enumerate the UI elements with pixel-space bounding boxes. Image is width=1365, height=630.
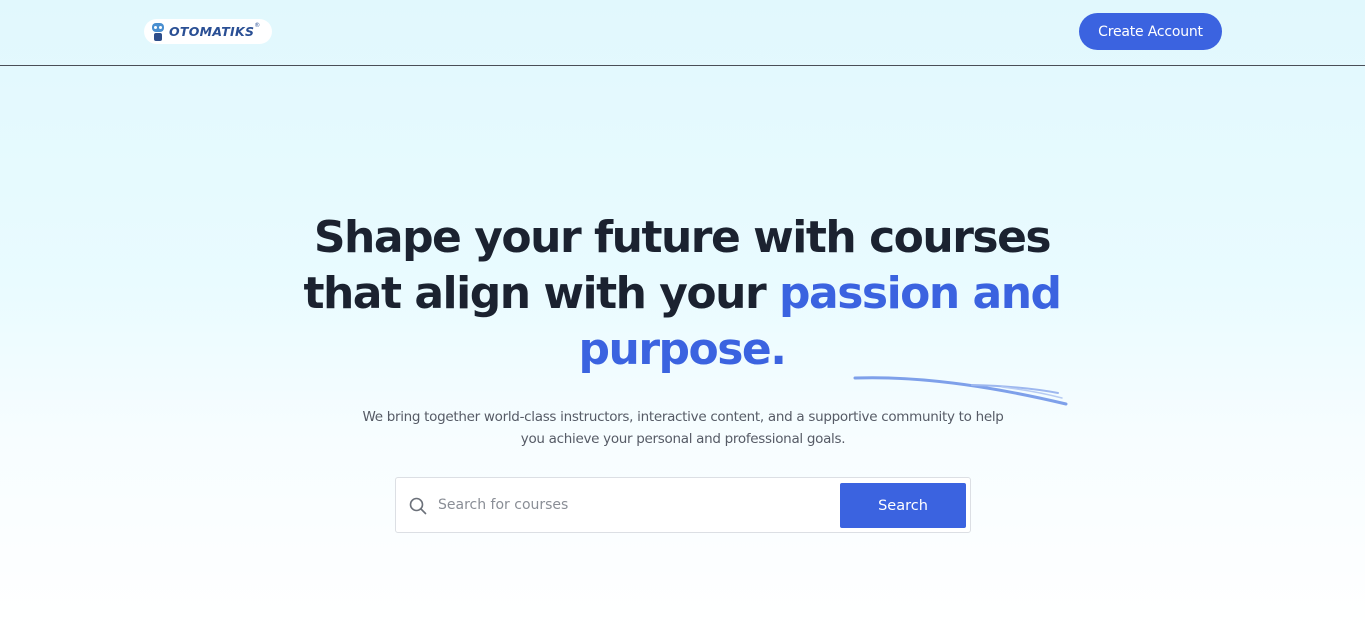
site-header: OTOMATIKS ® Create Account <box>0 0 1365 66</box>
search-button[interactable]: Search <box>840 483 966 528</box>
search-input[interactable] <box>438 486 828 524</box>
hero-title: Shape your future with courses that alig… <box>282 210 1082 378</box>
create-account-button[interactable]: Create Account <box>1079 13 1222 50</box>
search-icon <box>409 497 427 515</box>
brand-logo[interactable]: OTOMATIKS ® <box>144 19 272 44</box>
scribble-underline-icon <box>853 376 1068 406</box>
course-search-bar: Search <box>395 477 971 533</box>
brand-registered-mark: ® <box>254 22 261 29</box>
brand-logo-text: OTOMATIKS <box>169 24 255 39</box>
robot-mascot-icon <box>150 22 166 42</box>
hero-subtitle: We bring together world-class instructor… <box>362 409 1004 447</box>
